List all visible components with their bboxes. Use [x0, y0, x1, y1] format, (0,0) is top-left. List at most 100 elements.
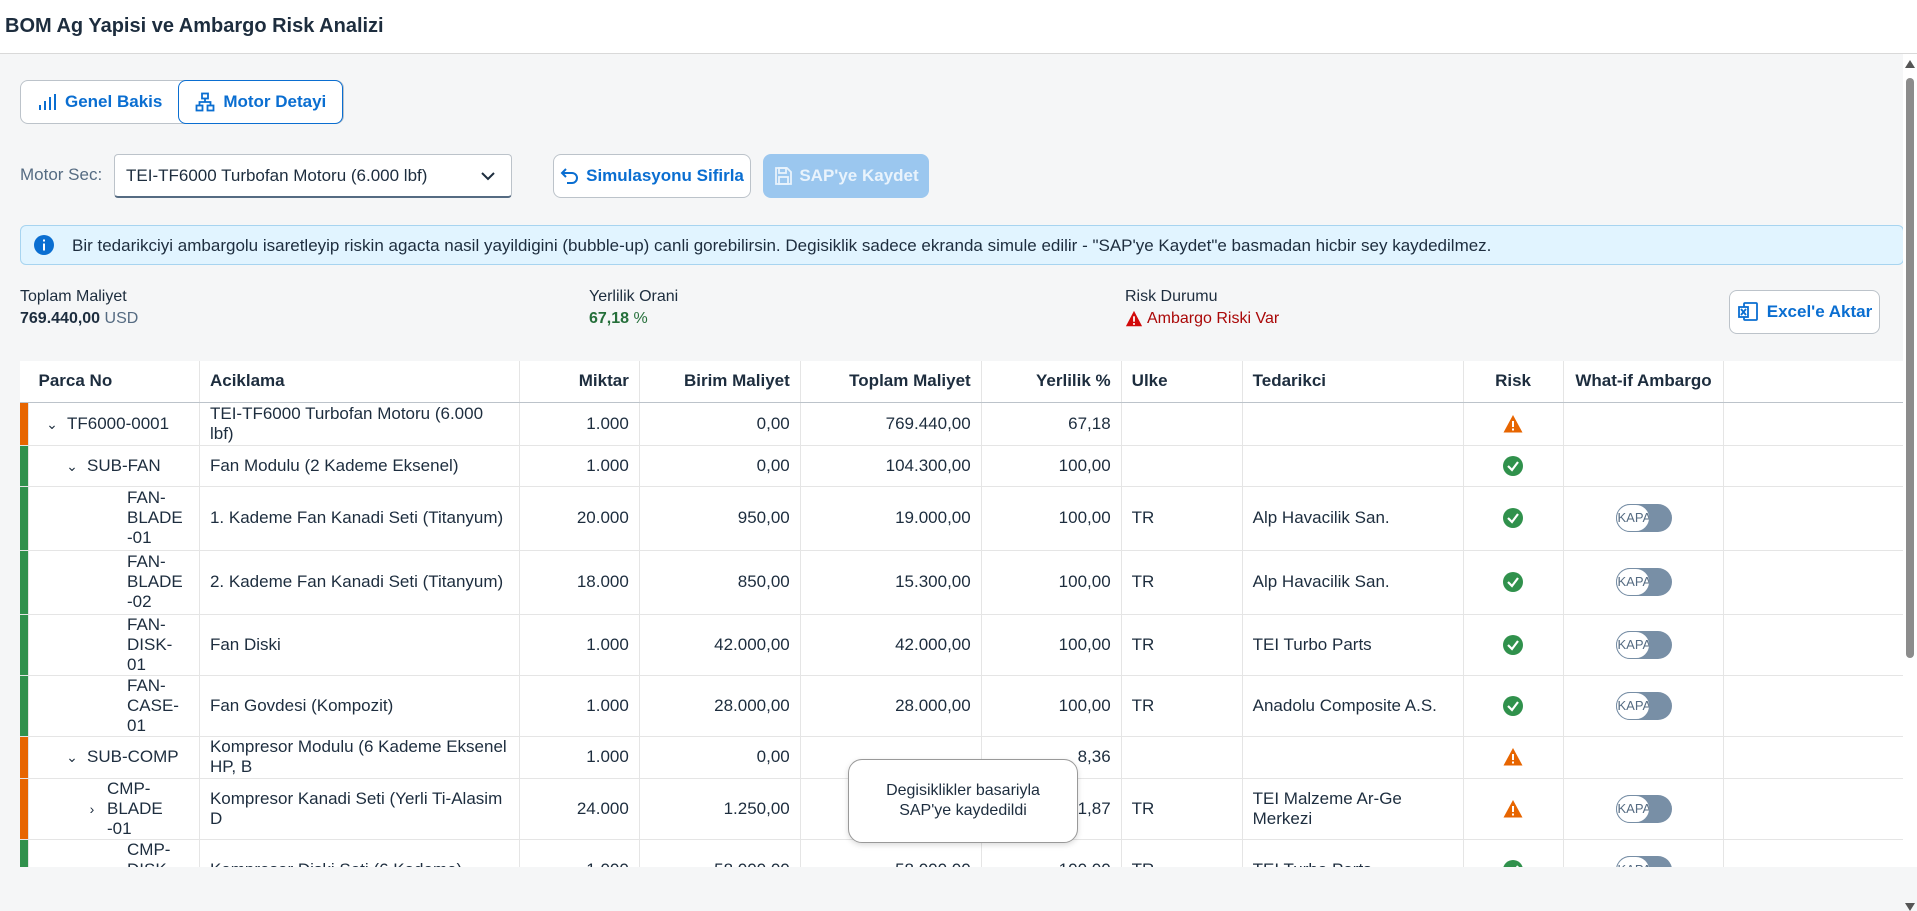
save-to-sap-button[interactable]: SAP'ye Kaydet: [763, 154, 929, 198]
kpi-label: Risk Durumu: [1125, 288, 1218, 305]
table-row[interactable]: FAN-BLADE-01 1. Kademe Fan Kanadi Seti (T…: [20, 486, 1904, 551]
localization-cell: 100,00: [981, 445, 1122, 487]
part-number: FAN-DISK-01: [127, 614, 173, 674]
main-content: Genel Bakis Motor Detayi Motor Sec: TEI-…: [20, 54, 1904, 867]
kpi-value: Ambargo Riski Var: [1147, 310, 1280, 327]
column-header[interactable]: Risk: [1463, 361, 1564, 403]
motor-select[interactable]: TEI-TF6000 Turbofan Motoru (6.000 lbf): [114, 154, 512, 198]
embargo-switch[interactable]: KAPALI: [1615, 855, 1672, 867]
toolbar: Motor Sec: TEI-TF6000 Turbofan Motoru (6…: [20, 154, 1020, 200]
part-number: SUB-COMP: [87, 747, 179, 766]
tab-genel-bakis[interactable]: Genel Bakis: [21, 81, 178, 123]
expand-toggle-icon[interactable]: ⌄: [43, 414, 61, 434]
scrollbar-thumb[interactable]: [1906, 78, 1914, 658]
column-header[interactable]: Tedarikci: [1242, 361, 1464, 403]
table-row[interactable]: FAN-CASE-01 Fan Govdesi (Kompozit) 1.000 28…: [20, 675, 1904, 737]
column-header[interactable]: Yerlilik %: [981, 361, 1122, 403]
scroll-up-icon[interactable]: [1905, 60, 1915, 68]
alert-icon: [1125, 310, 1143, 327]
column-header[interactable]: Miktar: [519, 361, 640, 403]
table-row[interactable]: ⌄ SUB-FAN Fan Modulu (2 Kademe Eksenel) 1.0…: [20, 445, 1904, 487]
toast-message: Degisiklikler basariyla SAP'ye kaydedild…: [848, 759, 1078, 843]
supplier-cell: [1242, 402, 1464, 446]
supplier-cell: [1242, 445, 1464, 487]
supplier-cell: TEI Malzeme Ar-Ge Merkezi: [1242, 778, 1464, 840]
table-row[interactable]: FAN-BLADE-02 2. Kademe Fan Kanadi Seti (T…: [20, 550, 1904, 615]
column-header[interactable]: Parca No: [28, 361, 200, 403]
part-number: SUB-FAN: [87, 455, 161, 475]
undo-icon: [560, 168, 579, 184]
unit-cost-cell: 850,00: [639, 550, 801, 615]
kpi-unit: USD: [104, 310, 139, 327]
risk-cell: [1463, 839, 1564, 867]
warning-icon: [1503, 414, 1523, 433]
table-row[interactable]: CMP-DISK-01 Kompresor Diski Seti (6 Kadem…: [20, 839, 1904, 867]
table-row[interactable]: ⌄ TF6000-0001 TEI-TF6000 Turbofan Motoru (…: [20, 402, 1904, 446]
warning-icon: [1503, 799, 1523, 818]
kpi-total-cost: Toplam Maliyet 769.440,00 USD: [20, 288, 138, 328]
what-if-cell: [1563, 736, 1725, 779]
part-cell: FAN-CASE-01: [28, 675, 200, 737]
risk-cell: [1463, 614, 1564, 676]
country-cell: TR: [1121, 839, 1243, 867]
quantity-cell: 1.000: [519, 614, 640, 676]
localization-cell: 100,00: [981, 486, 1122, 551]
total-cost-cell: 15.300,00: [800, 550, 982, 615]
page-scrollbar[interactable]: [1903, 54, 1917, 911]
part-number: FAN-CASE-01: [127, 675, 179, 735]
kpi-label: Yerlilik Orani: [589, 288, 679, 305]
risk-cell: [1463, 736, 1564, 779]
column-header[interactable]: Birim Maliyet: [639, 361, 801, 403]
switch-label: KAPALI: [1615, 504, 1650, 532]
embargo-switch[interactable]: KAPALI: [1615, 630, 1672, 659]
embargo-switch[interactable]: KAPALI: [1615, 568, 1672, 596]
unit-cost-cell: 950,00: [639, 486, 801, 551]
country-cell: TR: [1121, 778, 1243, 840]
kpi-value: 67,18: [589, 310, 630, 327]
embargo-switch[interactable]: KAPALI: [1615, 794, 1672, 823]
column-header[interactable]: Toplam Maliyet: [800, 361, 982, 403]
description-cell: TEI-TF6000 Turbofan Motoru (6.000 lbf): [199, 402, 520, 446]
part-number: CMP-DISK-01: [127, 839, 172, 868]
unit-cost-cell: 0,00: [639, 736, 801, 779]
export-excel-button[interactable]: Excel'e Aktar: [1729, 290, 1880, 334]
status-indicator: [20, 550, 29, 615]
success-icon: [1503, 859, 1523, 867]
total-cost-cell: 104.300,00: [800, 445, 982, 487]
status-indicator: [20, 675, 29, 737]
expand-toggle-icon[interactable]: ⌄: [63, 456, 81, 476]
description-cell: Fan Modulu (2 Kademe Eksenel): [199, 445, 520, 487]
column-header[interactable]: What-if Ambargo: [1563, 361, 1725, 403]
embargo-switch[interactable]: KAPALI: [1615, 504, 1672, 532]
country-cell: TR: [1121, 486, 1243, 551]
description-cell: 1. Kademe Fan Kanadi Seti (Titanyum): [199, 486, 520, 551]
table-row[interactable]: FAN-DISK-01 Fan Diski 1.000 42.000,00 42.000…: [20, 614, 1904, 676]
unit-cost-cell: 28.000,00: [639, 675, 801, 737]
tab-label: Genel Bakis: [65, 92, 163, 111]
kpi-localization: Yerlilik Orani 67,18 %: [589, 288, 678, 328]
total-cost-cell: 769.440,00: [800, 402, 982, 446]
expand-toggle-icon[interactable]: ⌄: [63, 747, 81, 767]
part-number: CMP-BLADE-01: [107, 778, 163, 838]
status-indicator: [20, 486, 29, 551]
what-if-cell: KAPALI: [1563, 486, 1725, 551]
total-cost-cell: 58.000,00: [800, 839, 982, 867]
scroll-down-icon[interactable]: [1905, 903, 1915, 911]
status-indicator: [20, 778, 29, 840]
success-icon: [1503, 572, 1524, 593]
success-icon: [1503, 634, 1524, 655]
embargo-switch[interactable]: KAPALI: [1615, 691, 1672, 720]
quantity-cell: 1.000: [519, 445, 640, 487]
risk-cell: [1463, 675, 1564, 737]
what-if-cell: KAPALI: [1563, 550, 1725, 615]
risk-cell: [1463, 445, 1564, 487]
column-header[interactable]: Ulke: [1121, 361, 1243, 403]
tab-motor-detayi[interactable]: Motor Detayi: [178, 80, 344, 124]
info-strip: Bir tedarikciyi ambargolu isaretleyip ri…: [20, 225, 1904, 265]
localization-cell: 67,18: [981, 402, 1122, 446]
motor-select-label: Motor Sec:: [20, 165, 103, 184]
supplier-cell: Anadolu Composite A.S.: [1242, 675, 1464, 737]
expand-toggle-icon[interactable]: ›: [83, 799, 101, 819]
column-header[interactable]: Aciklama: [199, 361, 520, 403]
reset-simulation-button[interactable]: Simulasyonu Sifirla: [553, 154, 751, 198]
